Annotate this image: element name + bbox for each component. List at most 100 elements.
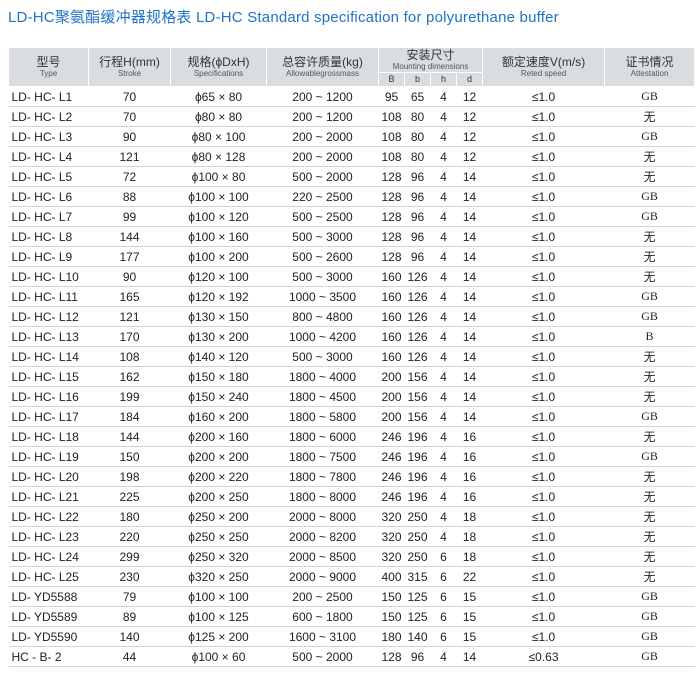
cell-mount-B: 160 [378,306,405,327]
cell-mount-b: 125 [404,586,431,607]
cell-speed: ≤1.0 [482,246,605,267]
cell-mass: 200 ~ 1200 [266,86,379,107]
col-header-mount-b: b [404,72,431,87]
col-header-mount-d: d [455,72,484,87]
col-header-mount: 安装尺寸 Mounting dimensions [377,47,484,73]
cell-mount-b: 156 [404,406,431,427]
cell-model: LD- HC- L10 [8,266,89,287]
cell-mount-b: 156 [404,386,431,407]
cell-mount-d: 14 [456,406,483,427]
cell-mass: 500 ~ 2000 [266,646,379,667]
table-row: LD- YD5589 89 ϕ100 × 125 600 ~ 1800 150 125 6 1… [8,606,695,627]
col-header-cert: 证书情况 Attestation [604,47,696,87]
cell-spec: ϕ100 × 60 [170,646,267,667]
cell-stroke: 121 [88,306,171,327]
cell-mount-d: 15 [456,626,483,647]
cell-mount-d: 14 [456,266,483,287]
cell-mass: 2000 ~ 9000 [266,566,379,587]
cell-mount-B: 128 [378,166,405,187]
cell-mount-h: 4 [430,386,457,407]
cell-mount-B: 150 [378,606,405,627]
cell-stroke: 150 [88,446,171,467]
cell-mount-d: 14 [456,206,483,227]
cell-mount-d: 14 [456,346,483,367]
cell-mount-h: 4 [430,466,457,487]
cell-cert: 无 [604,566,695,587]
cell-mount-B: 108 [378,126,405,147]
cell-cert: 无 [604,426,695,447]
table-row: LD- HC- L12 121 ϕ130 × 150 800 ~ 4800 160 126… [8,306,695,327]
table-row: LD- HC- L20 198 ϕ200 × 220 1800 ~ 7800 246 19… [8,466,695,487]
cell-model: LD- HC- L13 [8,326,89,347]
cell-mount-B: 246 [378,486,405,507]
cell-model: LD- HC- L1 [8,86,89,107]
cell-mount-B: 200 [378,406,405,427]
cell-stroke: 184 [88,406,171,427]
cell-cert: 无 [604,486,695,507]
col-header-mass: 总容许质量(kg) Allowablegrossmass [266,47,379,87]
cell-mount-b: 196 [404,446,431,467]
cell-model: LD- YD5589 [8,606,89,627]
cell-mount-h: 4 [430,86,457,107]
cell-mount-B: 160 [378,266,405,287]
cell-mount-d: 14 [456,366,483,387]
cell-stroke: 108 [88,346,171,367]
cell-stroke: 70 [88,86,171,107]
cell-cert: 无 [604,506,695,527]
cell-cert: 无 [604,366,695,387]
cell-model: LD- HC- L8 [8,226,89,247]
cell-mount-B: 180 [378,626,405,647]
cell-stroke: 72 [88,166,171,187]
cell-mount-d: 12 [456,106,483,127]
cell-cert: 无 [604,246,695,267]
table-row: LD- YD5588 79 ϕ100 × 100 200 ~ 2500 150 125 6 1… [8,586,695,607]
table-row: LD- HC- L22 180 ϕ250 × 200 2000 ~ 8000 320 25… [8,506,695,527]
cell-stroke: 44 [88,646,171,667]
cell-mount-h: 6 [430,546,457,567]
cell-model: LD- HC- L14 [8,346,89,367]
cell-mount-h: 4 [430,126,457,147]
cell-mass: 200 ~ 1200 [266,106,379,127]
cell-mount-d: 16 [456,486,483,507]
cell-mass: 2000 ~ 8500 [266,546,379,567]
cell-model: LD- HC- L21 [8,486,89,507]
cell-mount-d: 18 [456,526,483,547]
cell-mount-b: 126 [404,266,431,287]
cell-cert: GB [604,626,695,647]
cell-spec: ϕ120 × 100 [170,266,267,287]
cell-model: LD- HC- L15 [8,366,89,387]
cell-mount-b: 196 [404,466,431,487]
cell-mount-b: 196 [404,486,431,507]
cell-cert: 无 [604,226,695,247]
cell-cert: GB [604,286,695,307]
table-row: LD- HC- L10 90 ϕ120 × 100 500 ~ 3000 160 126 4… [8,266,695,287]
cell-model: LD- HC- L3 [8,126,89,147]
cell-stroke: 88 [88,186,171,207]
cell-mount-B: 160 [378,326,405,347]
cell-mount-d: 14 [456,306,483,327]
cell-mount-d: 12 [456,126,483,147]
cell-model: LD- HC- L22 [8,506,89,527]
cell-mass: 1800 ~ 8000 [266,486,379,507]
cell-mount-b: 126 [404,326,431,347]
cell-stroke: 99 [88,206,171,227]
cell-speed: ≤1.0 [482,566,605,587]
cell-mass: 500 ~ 2000 [266,166,379,187]
cell-mount-b: 125 [404,606,431,627]
cell-mount-d: 14 [456,246,483,267]
table-row: HC - B- 2 44 ϕ100 × 60 500 ~ 2000 128 96 4 14 ≤0… [8,646,695,667]
cell-mount-b: 80 [404,126,431,147]
cell-speed: ≤1.0 [482,126,605,147]
cell-mount-B: 160 [378,286,405,307]
cell-mount-B: 128 [378,226,405,247]
cell-mass: 500 ~ 2600 [266,246,379,267]
cell-speed: ≤1.0 [482,626,605,647]
cell-mount-h: 4 [430,366,457,387]
cell-speed: ≤1.0 [482,506,605,527]
cell-stroke: 165 [88,286,171,307]
cell-mount-b: 80 [404,106,431,127]
cell-spec: ϕ250 × 320 [170,546,267,567]
cell-cert: 无 [604,526,695,547]
cell-model: LD- HC- L12 [8,306,89,327]
table-row: LD- HC- L17 184 ϕ160 × 200 1800 ~ 5800 200 15… [8,406,695,427]
